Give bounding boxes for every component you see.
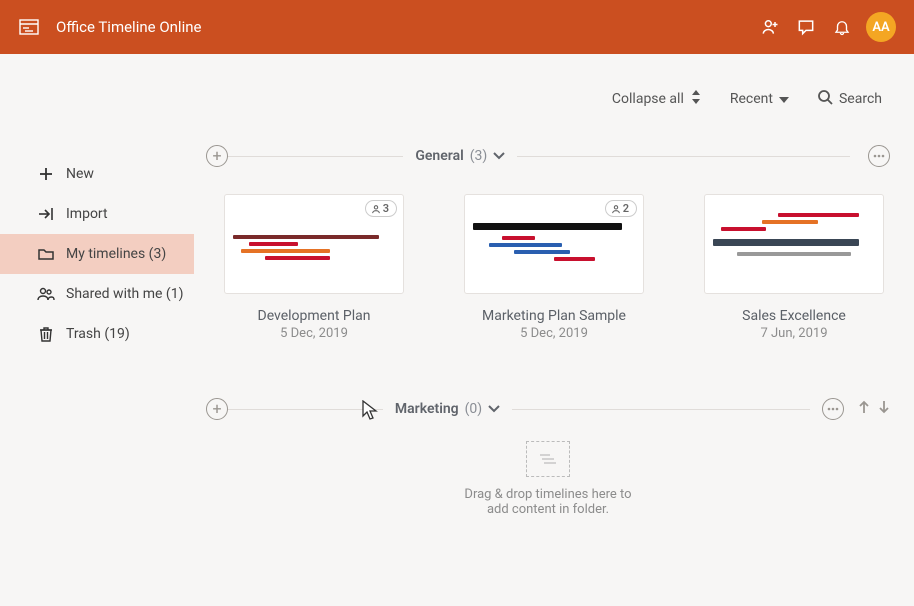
people-icon	[36, 287, 56, 301]
card-grid: 3 Development Plan 5 Dec, 2019	[206, 166, 890, 341]
search-button[interactable]: Search	[817, 89, 882, 109]
plus-icon	[36, 167, 56, 181]
collapse-icon	[690, 90, 702, 108]
add-user-icon[interactable]	[752, 9, 788, 45]
divider	[226, 409, 810, 410]
sidebar-item-new[interactable]: New	[0, 154, 194, 194]
move-folder-down-button[interactable]	[878, 400, 890, 418]
folder-general: + General (3) 3	[206, 146, 890, 341]
card-date: 7 Jun, 2019	[704, 326, 884, 341]
card-title: Sales Excellence	[704, 308, 884, 324]
caret-down-icon	[779, 91, 789, 107]
sidebar-item-trash[interactable]: Trash (19)	[0, 314, 194, 354]
collapse-all-button[interactable]: Collapse all	[612, 90, 702, 108]
folder-header-general: + General (3)	[206, 146, 890, 166]
card-title: Development Plan	[224, 308, 404, 324]
move-folder-up-button[interactable]	[858, 400, 870, 418]
chevron-down-icon	[488, 401, 500, 417]
app-logo-icon	[18, 16, 40, 38]
folder-title-button[interactable]: General (3)	[403, 148, 517, 164]
app-title: Office Timeline Online	[56, 18, 201, 36]
collapse-label: Collapse all	[612, 91, 684, 107]
folder-name: General	[415, 148, 463, 164]
card-date: 5 Dec, 2019	[464, 326, 644, 341]
trash-icon	[36, 326, 56, 342]
folder-count: (0)	[465, 401, 483, 417]
sidebar-item-label: New	[66, 166, 94, 182]
add-timeline-button[interactable]: +	[206, 398, 228, 420]
sidebar-item-my-timelines[interactable]: My timelines (3)	[0, 234, 194, 274]
sort-button[interactable]: Recent	[730, 91, 789, 107]
dropzone-icon	[526, 441, 570, 477]
timeline-thumbnail: 2	[464, 194, 644, 294]
sidebar-item-import[interactable]: Import	[0, 194, 194, 234]
folder-icon	[36, 247, 56, 261]
sort-label: Recent	[730, 91, 773, 107]
sidebar-item-label: Import	[66, 206, 108, 222]
bell-icon[interactable]	[824, 9, 860, 45]
divider	[226, 156, 850, 157]
timeline-card[interactable]: 2 Marketing Plan Sample 5 Dec, 2019	[464, 194, 644, 341]
folder-more-button[interactable]	[822, 398, 844, 420]
search-icon	[817, 89, 833, 109]
user-avatar[interactable]: AA	[866, 12, 896, 42]
folder-marketing: + Marketing (0)	[206, 399, 890, 517]
timeline-card[interactable]: Sales Excellence 7 Jun, 2019	[704, 194, 884, 341]
folder-dropzone[interactable]: Drag & drop timelines here to add conten…	[206, 441, 890, 517]
folder-more-button[interactable]	[868, 145, 890, 167]
import-icon	[36, 207, 56, 221]
share-badge: 2	[605, 200, 637, 217]
card-title: Marketing Plan Sample	[464, 308, 644, 324]
share-badge: 3	[365, 200, 397, 217]
folder-title-button[interactable]: Marketing (0)	[383, 401, 512, 417]
search-label: Search	[839, 91, 882, 107]
app-header: Office Timeline Online AA	[0, 0, 914, 54]
chevron-down-icon	[493, 148, 505, 164]
folder-count: (3)	[470, 148, 488, 164]
sidebar-item-shared[interactable]: Shared with me (1)	[0, 274, 194, 314]
timeline-thumbnail	[704, 194, 884, 294]
card-date: 5 Dec, 2019	[224, 326, 404, 341]
timeline-card[interactable]: 3 Development Plan 5 Dec, 2019	[224, 194, 404, 341]
timeline-thumbnail: 3	[224, 194, 404, 294]
sidebar-item-label: Trash (19)	[66, 326, 130, 342]
add-timeline-button[interactable]: +	[206, 145, 228, 167]
folder-name: Marketing	[395, 401, 459, 417]
dropzone-text-2: add content in folder.	[206, 502, 890, 517]
dropzone-text-1: Drag & drop timelines here to	[206, 487, 890, 502]
folder-header-marketing: + Marketing (0)	[206, 399, 890, 419]
sidebar-item-label: My timelines (3)	[66, 246, 166, 262]
sidebar-item-label: Shared with me (1)	[66, 286, 183, 302]
content-toolbar: Collapse all Recent Search	[206, 82, 890, 116]
main-area: New Import My timelines (3) Shared with …	[0, 54, 914, 606]
sidebar: New Import My timelines (3) Shared with …	[0, 54, 194, 606]
chat-icon[interactable]	[788, 9, 824, 45]
content-area: Collapse all Recent Search	[194, 54, 914, 606]
